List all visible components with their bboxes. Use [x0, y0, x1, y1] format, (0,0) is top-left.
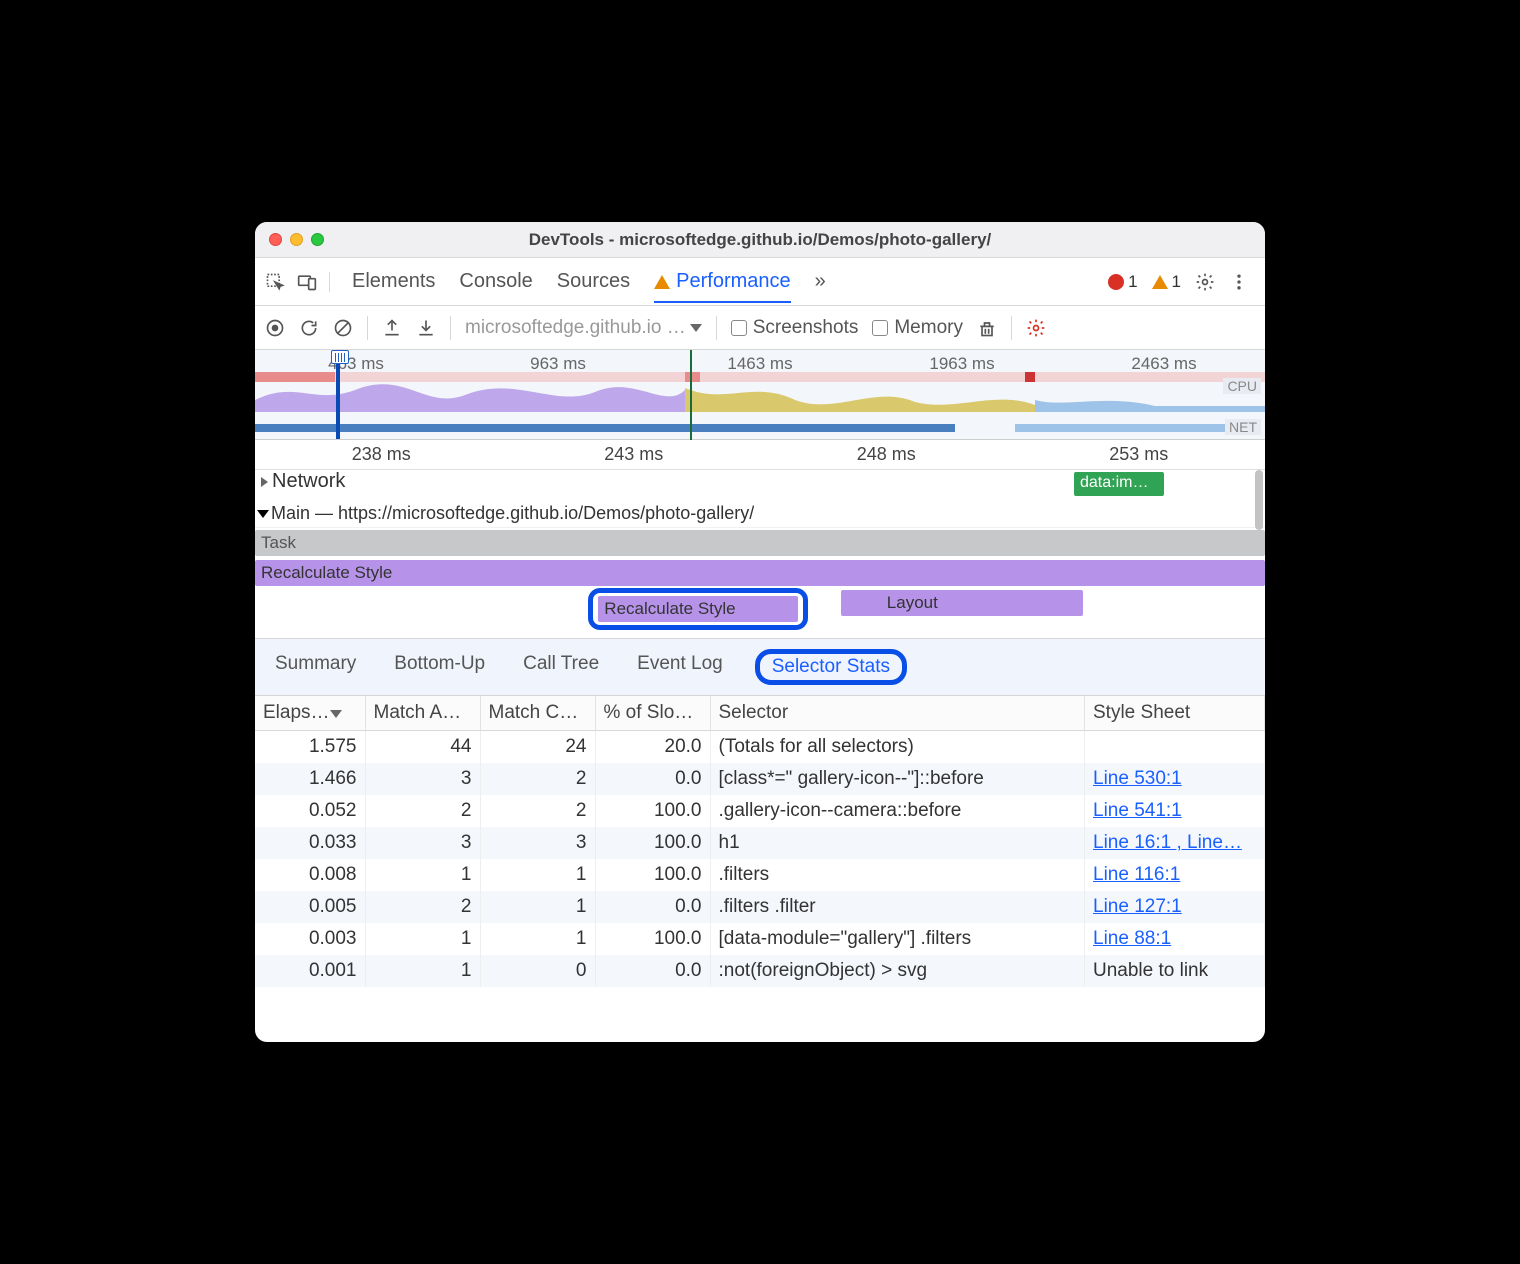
tab-elements[interactable]: Elements: [352, 260, 435, 303]
inspect-icon[interactable]: [265, 272, 285, 292]
table-row[interactable]: 0.001100.0:not(foreignObject) > svgUnabl…: [255, 955, 1265, 987]
caret-right-icon: [261, 477, 268, 487]
clear-icon[interactable]: [333, 318, 353, 338]
selector-stats-table: Elaps… Match A… Match C… % of Slo… Selec…: [255, 696, 1265, 1042]
chevron-down-icon: [690, 324, 702, 332]
table-row[interactable]: 1.575442420.0(Totals for all selectors): [255, 731, 1265, 764]
cpu-label: CPU: [1223, 378, 1261, 394]
devtools-window: DevTools - microsoftedge.github.io/Demos…: [255, 222, 1265, 1042]
flame-chart[interactable]: Network data:im… Main — https://microsof…: [255, 470, 1265, 638]
net-label: NET: [1225, 419, 1261, 435]
table-row[interactable]: 0.005210.0.filters .filterLine 127:1: [255, 891, 1265, 923]
main-track-label[interactable]: Main — https://microsoftedge.github.io/D…: [255, 500, 1265, 528]
target-dropdown[interactable]: microsoftedge.github.io …: [465, 317, 702, 339]
perf-toolbar: microsoftedge.github.io … Screenshots Me…: [255, 306, 1265, 350]
stylesheet-link[interactable]: Line 16:1 , Line…: [1093, 832, 1242, 853]
upload-icon[interactable]: [382, 318, 402, 338]
table-row[interactable]: 0.05222100.0.gallery-icon--camera::befor…: [255, 795, 1265, 827]
col-selector[interactable]: Selector: [710, 696, 1085, 731]
error-icon: [1108, 274, 1124, 290]
flame-layout-bar[interactable]: Layout: [841, 590, 1083, 616]
btab-selectorstats[interactable]: Selector Stats: [766, 652, 896, 681]
overview-selection[interactable]: [336, 350, 340, 439]
col-percent[interactable]: % of Slo…: [595, 696, 710, 731]
warning-icon: [654, 275, 670, 289]
detail-tabs: Summary Bottom-Up Call Tree Event Log Se…: [255, 638, 1265, 696]
overview-timeline[interactable]: 463 ms 963 ms 1463 ms 1963 ms 2463 ms CP…: [255, 350, 1265, 440]
record-icon[interactable]: [265, 318, 285, 338]
col-elapsed[interactable]: Elaps…: [255, 696, 365, 731]
col-stylesheet[interactable]: Style Sheet: [1085, 696, 1265, 731]
col-matcha[interactable]: Match A…: [365, 696, 480, 731]
flame-task-bar[interactable]: Task: [255, 530, 1265, 556]
table-row[interactable]: 1.466320.0[class*=" gallery-icon--"]::be…: [255, 763, 1265, 795]
warning-icon: [1152, 275, 1168, 289]
window-title: DevTools - microsoftedge.github.io/Demos…: [255, 230, 1265, 250]
tab-more[interactable]: »: [815, 260, 826, 303]
stylesheet-link[interactable]: Line 530:1: [1093, 768, 1182, 789]
screenshots-checkbox[interactable]: Screenshots: [731, 317, 859, 339]
flame-recalc2-bar[interactable]: Recalculate Style: [598, 596, 798, 622]
tab-sources[interactable]: Sources: [557, 260, 630, 303]
gc-icon[interactable]: [977, 318, 997, 338]
titlebar: DevTools - microsoftedge.github.io/Demos…: [255, 222, 1265, 258]
stylesheet-link[interactable]: Line 127:1: [1093, 896, 1182, 917]
stylesheet-link[interactable]: Line 88:1: [1093, 928, 1171, 949]
btab-bottomup[interactable]: Bottom-Up: [388, 649, 491, 685]
reload-icon[interactable]: [299, 318, 319, 338]
table-row[interactable]: 0.00311100.0[data-module="gallery"] .fil…: [255, 923, 1265, 955]
tab-performance-label: Performance: [676, 270, 791, 293]
tab-performance[interactable]: Performance: [654, 260, 791, 303]
tab-console[interactable]: Console: [459, 260, 532, 303]
caret-down-icon: [257, 510, 269, 518]
network-request-bar[interactable]: data:im…: [1074, 472, 1164, 496]
download-icon[interactable]: [416, 318, 436, 338]
table-row[interactable]: 0.00811100.0.filtersLine 116:1: [255, 859, 1265, 891]
btab-eventlog[interactable]: Event Log: [631, 649, 729, 685]
stylesheet-link[interactable]: Line 541:1: [1093, 800, 1182, 821]
overview-graph: [255, 350, 1265, 440]
error-count[interactable]: 1: [1108, 272, 1137, 292]
btab-summary[interactable]: Summary: [269, 649, 362, 685]
memory-checkbox[interactable]: Memory: [872, 317, 963, 339]
flame-recalc-bar[interactable]: Recalculate Style: [255, 560, 1265, 586]
table-row[interactable]: 0.03333100.0h1Line 16:1 , Line…: [255, 827, 1265, 859]
kebab-icon[interactable]: [1229, 272, 1249, 292]
main-tabs: Elements Console Sources Performance » 1…: [255, 258, 1265, 306]
col-matchc[interactable]: Match C…: [480, 696, 595, 731]
warning-count[interactable]: 1: [1152, 272, 1181, 292]
device-toggle-icon[interactable]: [297, 272, 317, 292]
btab-calltree[interactable]: Call Tree: [517, 649, 605, 685]
settings-gear-icon[interactable]: [1026, 318, 1046, 338]
stylesheet-link[interactable]: Line 116:1: [1093, 864, 1180, 885]
gear-icon[interactable]: [1195, 272, 1215, 292]
scrollbar-thumb[interactable]: [1255, 470, 1263, 530]
flame-ruler: 238 ms 243 ms 248 ms 253 ms: [255, 440, 1265, 470]
